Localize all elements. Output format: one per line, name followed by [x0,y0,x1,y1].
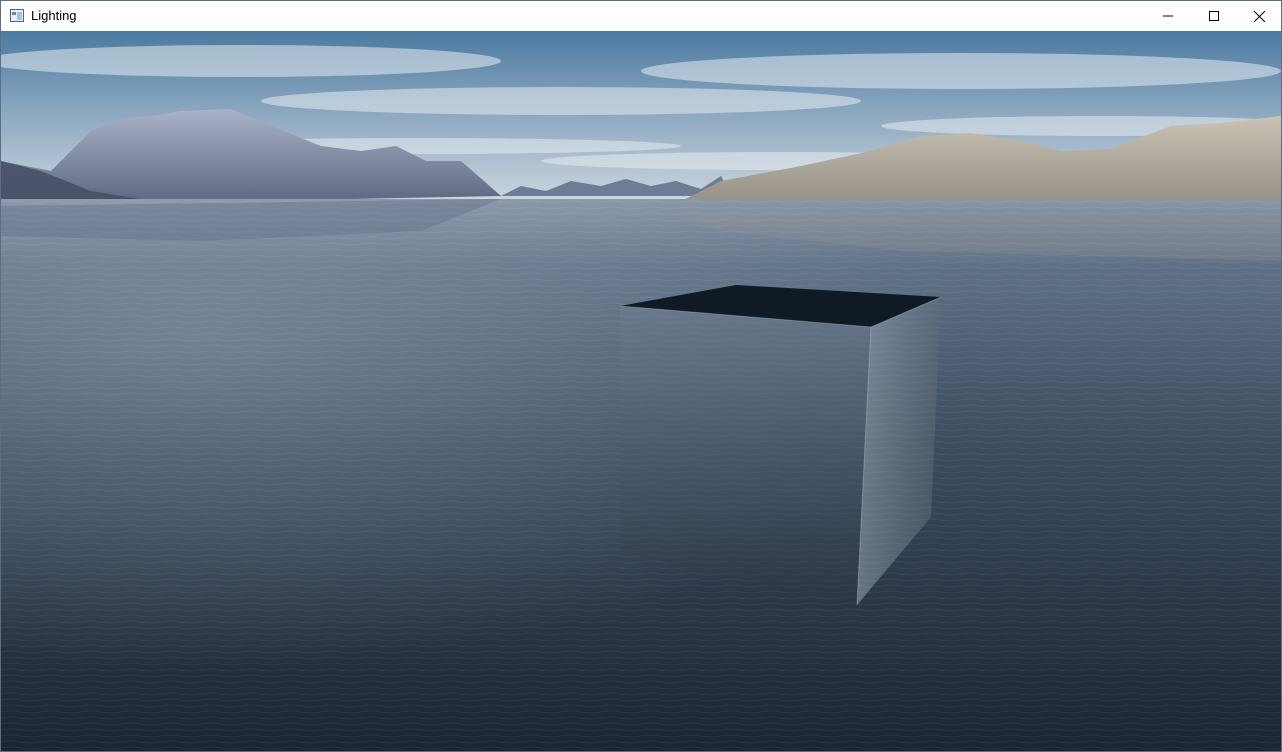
cube-front-face [620,306,871,605]
close-button[interactable] [1236,1,1282,31]
window-title: Lighting [31,8,77,23]
minimize-icon [1163,11,1173,21]
minimize-button[interactable] [1145,1,1191,31]
title-bar[interactable]: Lighting [1,1,1281,31]
reflective-cube [619,285,942,606]
maximize-button[interactable] [1191,1,1237,31]
close-icon [1253,10,1265,22]
app-window-icon [10,9,24,22]
scene-canvas [1,31,1281,751]
render-viewport[interactable] [1,31,1281,751]
app-window: Lighting [0,0,1282,752]
maximize-icon [1209,11,1219,21]
